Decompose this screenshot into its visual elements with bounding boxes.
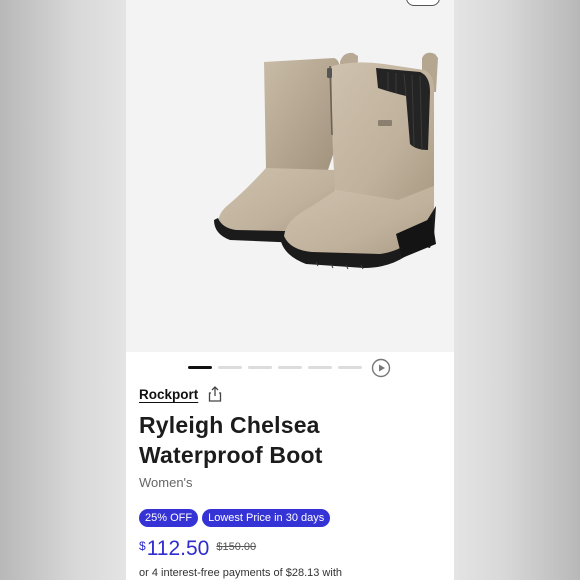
carousel-dot[interactable] [188,366,212,369]
original-price: $150.00 [216,541,257,553]
carousel-dot[interactable] [248,366,272,369]
carousel-dot[interactable] [218,366,242,369]
background-right [454,0,580,580]
product-title-line2: Waterproof Boot [139,442,323,468]
product-gender: Women's [139,475,193,490]
carousel-dot[interactable] [278,366,302,369]
price-row: $ 112.50 $150.00 [139,537,256,561]
play-icon[interactable] [371,358,391,378]
product-title: Ryleigh Chelsea Waterproof Boot [139,410,439,470]
product-title-line1: Ryleigh Chelsea [139,412,320,438]
installments-text: or 4 interest-free payments of $28.13 wi… [139,567,342,579]
brand-row: Rockport [139,386,222,402]
currency-symbol: $ [139,539,146,553]
current-price: $ 112.50 [139,537,209,561]
badges: 25% OFF Lowest Price in 30 days [139,509,331,527]
lowest-price-badge: Lowest Price in 30 days [202,509,331,527]
price-value: 112.50 [146,537,210,560]
background-left [0,0,126,580]
carousel-dot[interactable] [338,366,362,369]
discount-badge: 25% OFF [139,509,199,527]
image-carousel-indicators [126,352,454,384]
brand-link[interactable]: Rockport [139,387,198,402]
product-image[interactable] [126,0,454,352]
boots-image [214,52,438,270]
carousel-dot[interactable] [308,366,332,369]
product-page: Rockport Ryleigh Chelsea Waterproof Boot… [126,0,454,580]
share-icon[interactable] [208,386,222,402]
